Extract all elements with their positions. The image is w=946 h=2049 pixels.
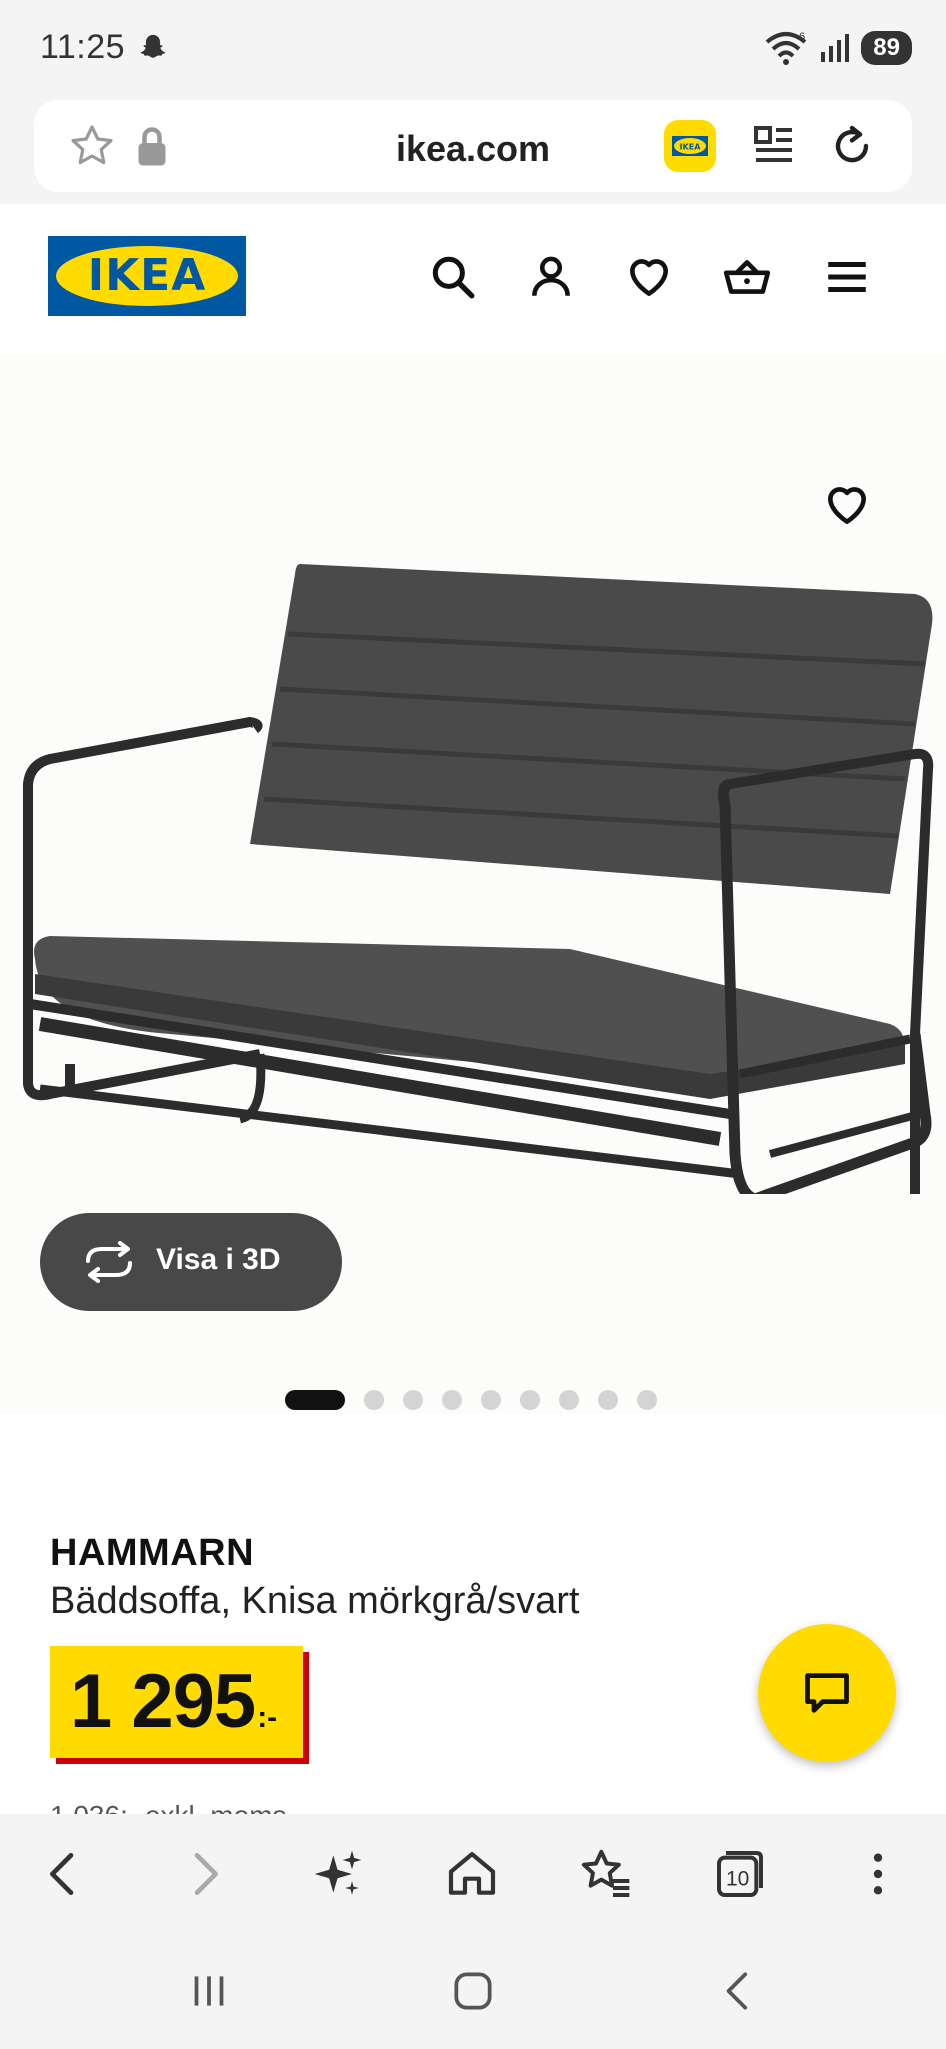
system-back-icon[interactable] [714,1966,764,2016]
product-description: Bäddsoffa, Knisa mörkgrå/svart [50,1580,580,1622]
product-info: HAMMARN Bäddsoffa, Knisa mörkgrå/svart 1… [0,1414,946,1814]
recent-apps-icon[interactable] [184,1966,234,2016]
reload-icon[interactable] [828,122,876,170]
back-icon[interactable] [36,1846,92,1902]
gallery-dot[interactable] [481,1390,501,1410]
price-excl-vat: 1 036:- exkl. moms [50,1800,287,1814]
view-in-3d-button[interactable]: Visa i 3D [40,1213,342,1311]
gallery-pagination[interactable] [285,1390,657,1410]
bookmarks-icon[interactable] [578,1846,634,1902]
view-in-3d-label: Visa i 3D [156,1243,281,1276]
logo-text: IKEA [87,250,207,301]
add-to-favourites-heart-icon[interactable] [822,480,872,530]
chat-bubble-icon [805,1673,849,1713]
wifi-badge: 6 [799,31,805,43]
menu-icon[interactable] [822,252,872,302]
browser-toolbar: 10 [0,1814,946,1934]
gallery-dot[interactable] [598,1390,618,1410]
status-bar: 11:25 6 89 [0,0,946,100]
wifi-icon: 6 [766,31,807,65]
home-button-icon[interactable] [448,1966,498,2016]
more-options-icon[interactable] [850,1846,906,1902]
gallery-dot-active[interactable] [285,1390,345,1410]
price-suffix: :- [257,1701,278,1734]
forward-icon[interactable] [176,1846,232,1902]
gallery-dot[interactable] [442,1390,462,1410]
gallery-dot[interactable] [403,1390,423,1410]
system-navigation-bar [0,1934,946,2049]
ai-sparkle-icon[interactable] [310,1846,366,1902]
browser-address-area: ikea.com IKEA [0,100,946,204]
tabs-icon[interactable]: 10 [712,1846,768,1902]
system-icons: 6 89 [763,30,912,66]
account-icon[interactable] [526,252,576,302]
ikea-extension-icon[interactable]: IKEA [664,120,716,172]
gallery-dot[interactable] [520,1390,540,1410]
snapchat-notification-icon [140,34,166,58]
status-time: 11:25 [40,28,126,66]
gallery-dot[interactable] [559,1390,579,1410]
search-icon[interactable] [428,252,478,302]
signal-icon [821,34,850,62]
product-image-sofa-bed [23,564,934,1194]
rotate-3d-icon [86,1241,132,1283]
home-icon[interactable] [444,1846,500,1902]
svg-text:IKEA: IKEA [680,143,702,152]
ikea-logo[interactable]: IKEA [48,236,246,316]
reader-mode-icon[interactable] [750,122,798,170]
gallery-dot[interactable] [364,1390,384,1410]
gallery-dot[interactable] [637,1390,657,1410]
chat-button[interactable] [758,1624,896,1762]
site-header: IKEA [0,204,946,354]
address-bar[interactable]: ikea.com IKEA [34,100,912,192]
tab-count: 10 [726,1868,749,1891]
battery-indicator: 89 [861,31,912,65]
price-tag: 1 295 :- [50,1646,304,1758]
price-value: 1 295 [70,1659,256,1744]
product-gallery[interactable]: Visa i 3D [0,354,946,1414]
wishlist-heart-icon[interactable] [624,252,674,302]
shopping-basket-icon[interactable] [722,252,772,302]
product-name: HAMMARN [50,1532,255,1574]
